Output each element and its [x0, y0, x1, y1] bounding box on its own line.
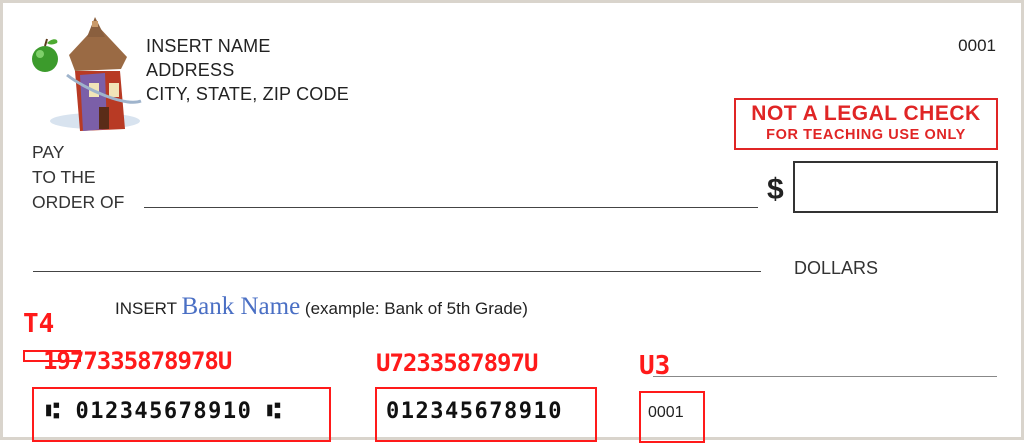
pay-label-line-2: TO THE [32, 167, 96, 187]
check-document: INSERT NAME ADDRESS CITY, STATE, ZIP COD… [0, 0, 1024, 443]
bank-name-line: INSERT Bank Name (example: Bank of 5th G… [115, 293, 528, 321]
bank-name: Bank Name [181, 293, 301, 320]
payer-info: INSERT NAME ADDRESS CITY, STATE, ZIP COD… [146, 34, 349, 106]
micr-routing-digits: 012345678910 [75, 399, 253, 424]
annotation-u3: U3 [639, 351, 671, 381]
stamp-line-2: FOR TEACHING USE ONLY [766, 127, 966, 143]
signature-line[interactable] [653, 376, 997, 377]
bank-prefix: INSERT [115, 299, 177, 318]
pay-to-label: PAY TO THE ORDER OF [32, 140, 124, 215]
annotation-routing-reading: 1977335878978U [43, 347, 232, 375]
schoolhouse-apple-logo [32, 17, 142, 131]
micr-transit-symbol-right: ⑆ [267, 399, 282, 424]
annotation-account-reading: U7233587897U [376, 349, 538, 377]
payer-name: INSERT NAME [146, 36, 271, 56]
amount-words-line[interactable] [33, 271, 761, 272]
annotation-t4: T4 [23, 309, 55, 339]
amount-box[interactable] [793, 161, 998, 213]
micr-routing-number: ⑆ 012345678910 ⑆ [46, 399, 282, 424]
payer-city-state-zip: CITY, STATE, ZIP CODE [146, 84, 349, 104]
pay-label-line-3: ORDER OF [32, 192, 125, 212]
dollar-sign: $ [767, 173, 784, 206]
micr-account-number: 012345678910 [386, 399, 563, 424]
micr-transit-symbol-left: ⑆ [46, 399, 61, 424]
stamp-line-1: NOT A LEGAL CHECK [751, 102, 981, 125]
payee-line[interactable] [144, 207, 758, 208]
payer-address: ADDRESS [146, 60, 235, 80]
dollars-label: DOLLARS [794, 258, 879, 278]
not-legal-check-stamp: NOT A LEGAL CHECK FOR TEACHING USE ONLY [734, 98, 998, 150]
pay-label-line-1: PAY [32, 142, 65, 162]
micr-check-number: 0001 [648, 404, 684, 421]
bank-suffix: (example: Bank of 5th Grade) [304, 299, 528, 318]
check-number: 0001 [958, 36, 996, 55]
